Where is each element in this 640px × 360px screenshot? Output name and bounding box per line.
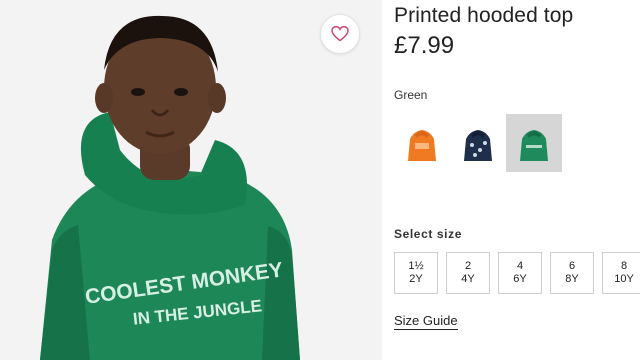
orange-hoodie-thumbnail bbox=[408, 130, 436, 161]
size-options: 1½ 2Y 2 4Y 4 6Y 6 8Y 8 10Y bbox=[394, 252, 640, 294]
size-option-bottom: 2Y bbox=[409, 273, 423, 285]
swatch-navy[interactable] bbox=[450, 114, 506, 172]
child-in-hoodie-image: COOLEST MONKEY IN THE JUNGLE bbox=[0, 0, 382, 360]
size-guide-link[interactable]: Size Guide bbox=[394, 313, 458, 330]
size-option-bottom: 8Y bbox=[565, 273, 579, 285]
swatch-orange[interactable] bbox=[394, 114, 450, 172]
size-option-top: 8 bbox=[620, 260, 628, 272]
product-title: Printed hooded top bbox=[394, 4, 574, 27]
product-details-panel: Printed hooded top £7.99 Green Select si… bbox=[382, 0, 640, 360]
favorite-button[interactable] bbox=[320, 14, 360, 54]
color-swatches bbox=[394, 114, 562, 172]
green-hoodie-thumbnail bbox=[520, 130, 548, 161]
navy-hoodie-thumbnail bbox=[464, 130, 492, 161]
size-option-bottom: 6Y bbox=[513, 273, 527, 285]
size-option[interactable]: 6 8Y bbox=[550, 252, 594, 294]
size-option[interactable]: 8 10Y bbox=[602, 252, 640, 294]
select-size-label: Select size bbox=[394, 227, 462, 241]
size-option-bottom: 10Y bbox=[614, 273, 634, 285]
size-option[interactable]: 1½ 2Y bbox=[394, 252, 438, 294]
swatch-green[interactable] bbox=[506, 114, 562, 172]
product-price: £7.99 bbox=[394, 32, 455, 59]
size-option[interactable]: 2 4Y bbox=[446, 252, 490, 294]
size-option-top: 1½ bbox=[408, 260, 424, 272]
size-option-bottom: 4Y bbox=[461, 273, 475, 285]
selected-color-label: Green bbox=[394, 88, 428, 102]
heart-icon bbox=[331, 26, 349, 42]
product-photo: COOLEST MONKEY IN THE JUNGLE bbox=[0, 0, 382, 360]
size-option-top: 4 bbox=[516, 260, 524, 272]
size-option-top: 2 bbox=[464, 260, 472, 272]
size-option-top: 6 bbox=[568, 260, 576, 272]
size-option[interactable]: 4 6Y bbox=[498, 252, 542, 294]
